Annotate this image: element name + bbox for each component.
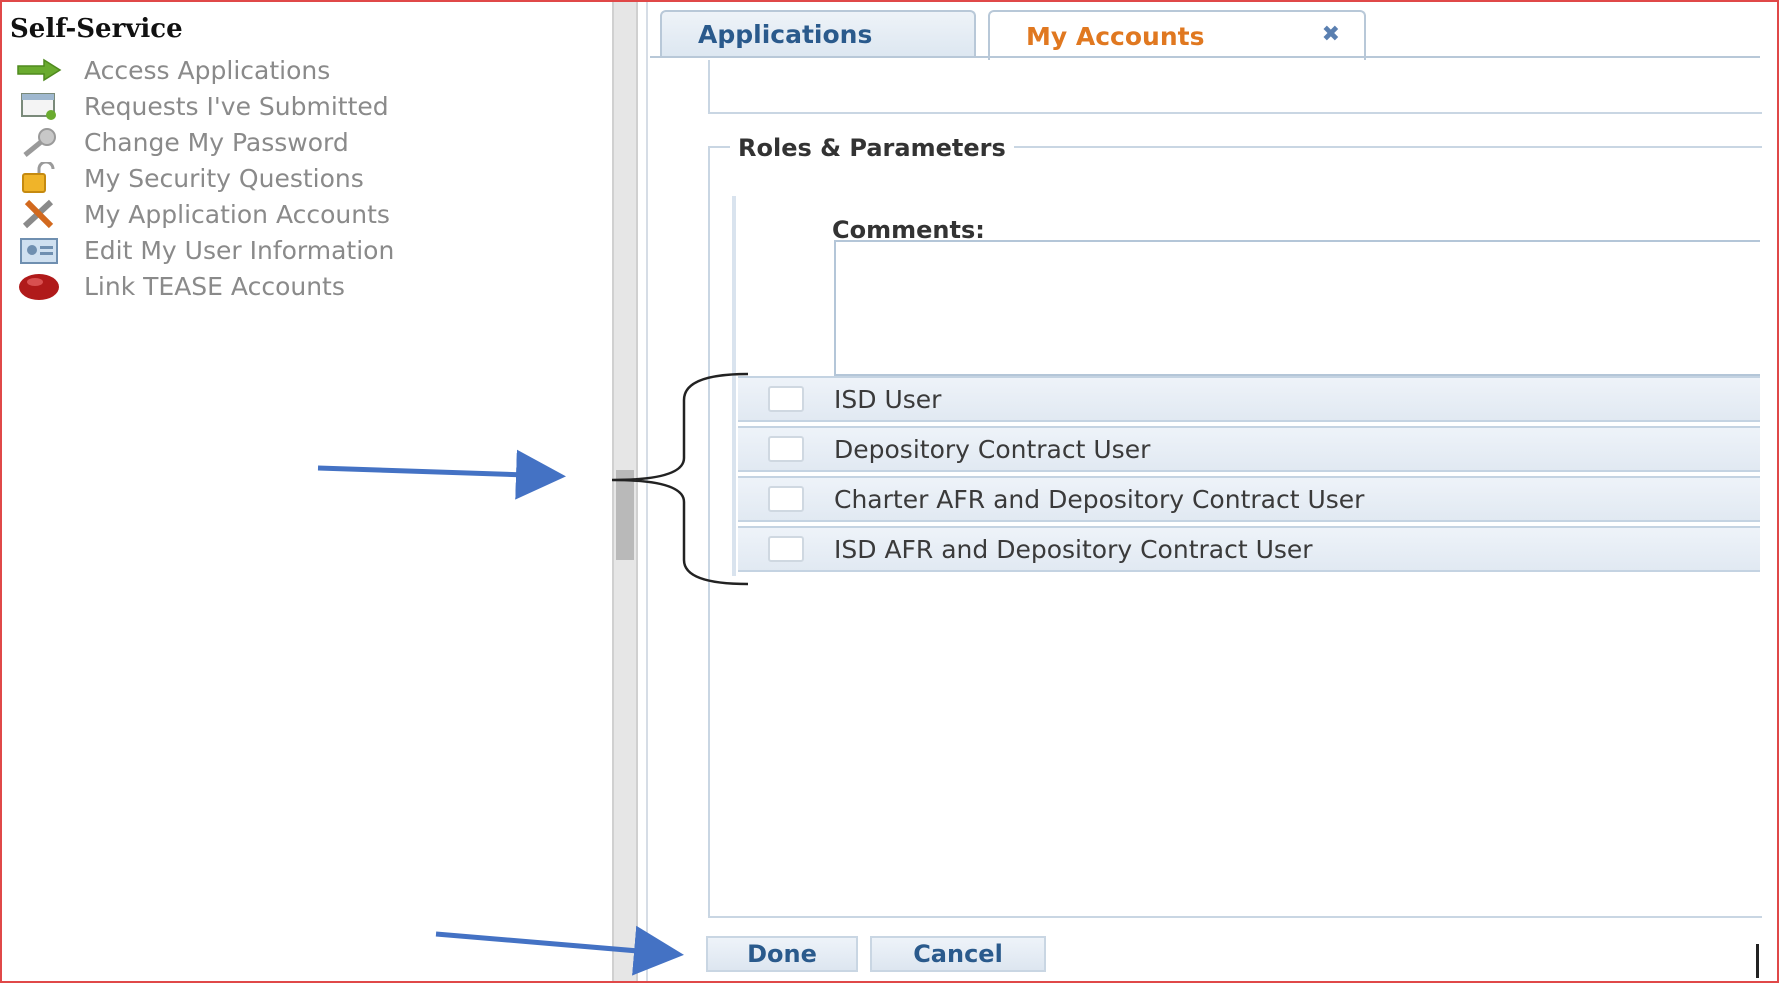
- roles-pointer-arrow: [317, 449, 566, 500]
- annotation-overlay: [317, 372, 749, 976]
- done-pointer-arrow: [435, 925, 684, 976]
- role-bracket-annotation: [611, 372, 749, 586]
